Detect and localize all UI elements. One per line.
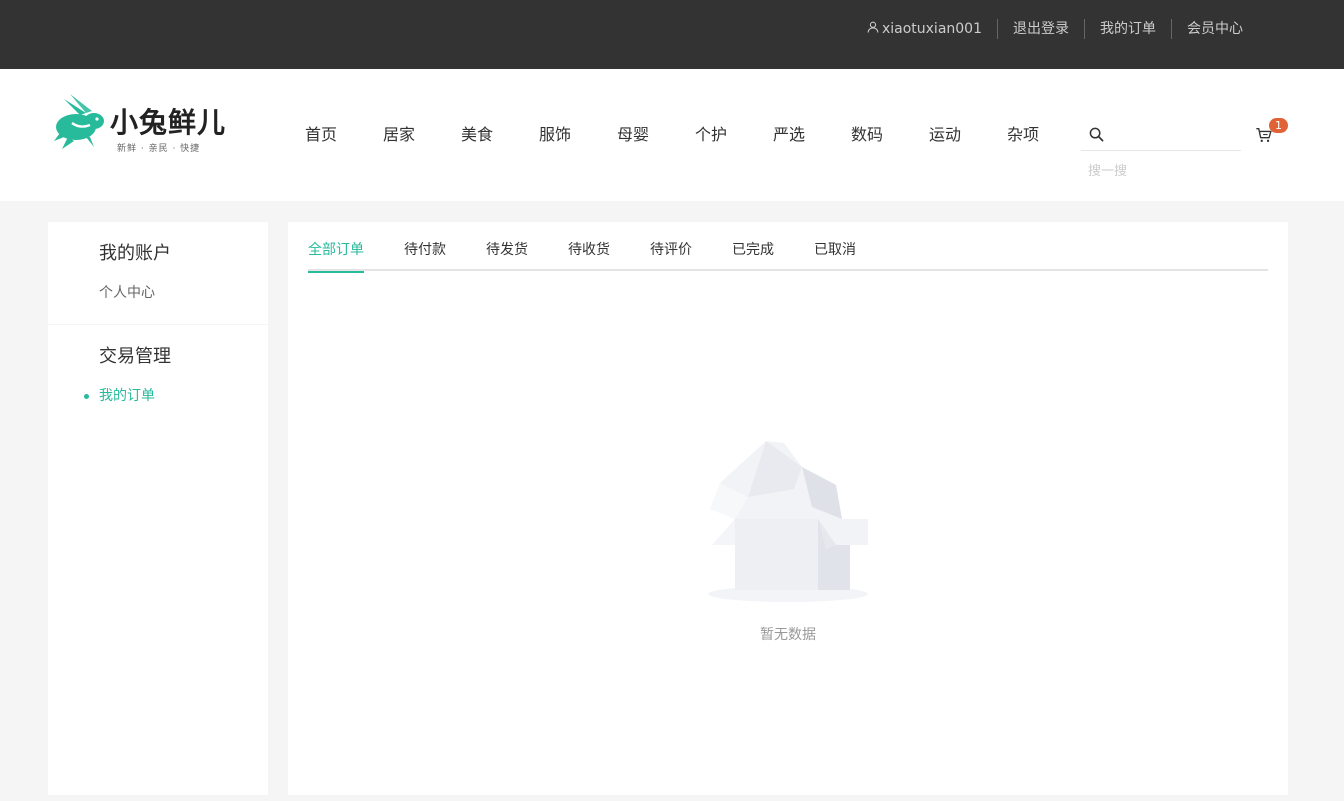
nav-item-food[interactable]: 美食 xyxy=(461,124,539,146)
logout-link[interactable]: 退出登录 xyxy=(997,19,1084,39)
my-orders-link[interactable]: 我的订单 xyxy=(1084,19,1171,39)
tab-all-orders[interactable]: 全部订单 xyxy=(308,240,364,273)
search-hint: 搜一搜 xyxy=(1088,164,1128,179)
nav-item-sports[interactable]: 运动 xyxy=(929,124,1007,146)
cart-count-badge: 1 xyxy=(1269,118,1288,133)
empty-state: 暂无数据 xyxy=(708,437,868,643)
member-center-link[interactable]: 会员中心 xyxy=(1171,19,1258,39)
main-nav: 首页 居家 美食 服饰 母婴 个护 严选 数码 运动 杂项 xyxy=(305,124,1085,146)
empty-state-text: 暂无数据 xyxy=(760,627,816,643)
top-bar: xiaotuxian001 退出登录 我的订单 会员中心 xyxy=(0,0,1344,69)
sidebar-group-account: 我的账户 个人中心 xyxy=(48,222,268,303)
nav-item-misc[interactable]: 杂项 xyxy=(1007,124,1085,146)
empty-box-icon xyxy=(708,441,868,602)
nav-item-digital[interactable]: 数码 xyxy=(851,124,929,146)
nav-item-personal-care[interactable]: 个护 xyxy=(695,124,773,146)
user-icon xyxy=(867,19,882,39)
nav-item-home-living[interactable]: 居家 xyxy=(383,124,461,146)
user-account-link[interactable]: xiaotuxian001 xyxy=(852,19,997,39)
orders-panel: 全部订单 待付款 待发货 待收货 待评价 已完成 已取消 暂无数据 xyxy=(288,222,1288,795)
tab-cancelled[interactable]: 已取消 xyxy=(814,240,856,271)
nav-item-selected[interactable]: 严选 xyxy=(773,124,851,146)
top-links: xiaotuxian001 退出登录 我的订单 会员中心 xyxy=(852,18,1258,40)
tab-pending-review[interactable]: 待评价 xyxy=(650,240,692,271)
search-input[interactable] xyxy=(1111,125,1236,147)
username: xiaotuxian001 xyxy=(881,21,982,37)
member-sidebar: 我的账户 个人中心 交易管理 我的订单 xyxy=(48,222,268,795)
sidebar-item-my-orders[interactable]: 我的订单 xyxy=(84,386,268,406)
brand-name: 小兔鲜儿 xyxy=(110,106,227,139)
tab-pending-shipment[interactable]: 待发货 xyxy=(486,240,528,271)
site-logo[interactable]: 小兔鲜儿 新鲜 · 亲民 · 快捷 xyxy=(50,91,234,161)
sidebar-group-title: 交易管理 xyxy=(99,346,171,367)
brand-slogan: 新鲜 · 亲民 · 快捷 xyxy=(117,144,201,154)
tab-pending-payment[interactable]: 待付款 xyxy=(404,240,446,271)
search-box[interactable] xyxy=(1081,120,1241,151)
sidebar-item-personal-center[interactable]: 个人中心 xyxy=(99,283,268,303)
tab-completed[interactable]: 已完成 xyxy=(732,240,774,271)
tab-pending-receipt[interactable]: 待收货 xyxy=(568,240,610,271)
sidebar-group-title: 我的账户 xyxy=(99,243,171,264)
nav-item-apparel[interactable]: 服饰 xyxy=(539,124,617,146)
cart-icon xyxy=(1255,128,1273,148)
rabbit-logo-icon xyxy=(54,94,104,149)
nav-item-baby[interactable]: 母婴 xyxy=(617,124,695,146)
order-tabs: 全部订单 待付款 待发货 待收货 待评价 已完成 已取消 xyxy=(308,240,1268,273)
sidebar-group-trade: 交易管理 我的订单 xyxy=(48,325,268,406)
nav-item-home[interactable]: 首页 xyxy=(305,124,383,146)
